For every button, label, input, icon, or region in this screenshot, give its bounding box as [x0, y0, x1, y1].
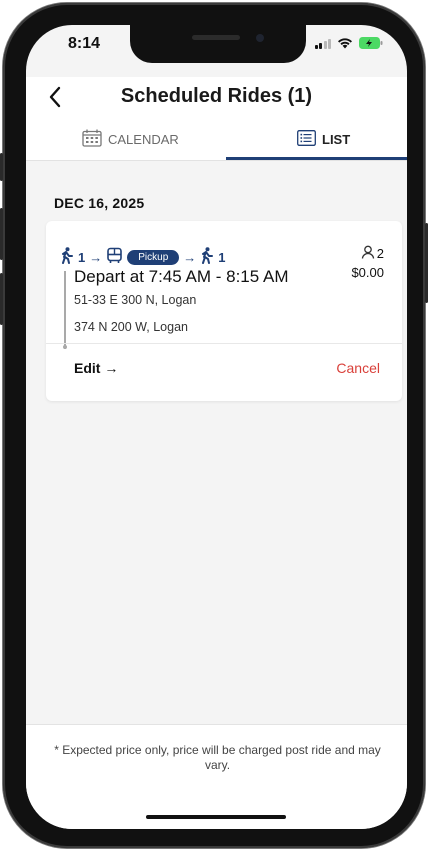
view-tabs: CALENDAR LIST	[26, 117, 407, 161]
ride-price: $0.00	[351, 265, 384, 280]
passenger-count-value: 2	[376, 246, 384, 261]
route-arrow-icon: →	[89, 249, 103, 265]
person-icon	[361, 245, 375, 262]
walk-before-count: 1	[78, 249, 86, 265]
front-camera	[256, 34, 264, 42]
bus-icon	[106, 247, 123, 267]
page-title: Scheduled Rides (1)	[120, 85, 313, 107]
speaker	[192, 35, 240, 40]
mode-pill: Pickup	[127, 249, 180, 265]
status-icons	[314, 37, 384, 49]
cancel-ride-button[interactable]: Cancel	[336, 360, 380, 376]
app-screen: 8:14 Scheduled Rides (1) CALENDAR LIST D…	[26, 25, 407, 829]
mute-switch	[0, 153, 3, 181]
route-summary: 1 → Pickup → 1	[60, 247, 225, 267]
passenger-count: 2	[361, 245, 384, 262]
signal-icon	[314, 38, 331, 49]
tab-calendar-label: CALENDAR	[108, 131, 179, 147]
tab-calendar[interactable]: CALENDAR	[82, 117, 179, 161]
depart-window: Depart at 7:45 AM - 8:15 AM	[74, 267, 289, 286]
walk-after-count: 1	[218, 249, 226, 265]
pickup-address: 51-33 E 300 N, Logan	[74, 293, 197, 307]
list-icon	[297, 129, 316, 149]
tabs-divider	[26, 160, 407, 161]
walking-icon	[200, 247, 214, 267]
tab-list[interactable]: LIST	[297, 117, 350, 161]
ride-card[interactable]: 1 → Pickup → 1 2 $0.00 Depart at 7:45 AM…	[46, 221, 402, 401]
wifi-icon	[337, 37, 353, 49]
volume-up-button	[0, 208, 3, 260]
nav-header: Scheduled Rides (1)	[26, 77, 407, 117]
ride-date-heading: DEC 16, 2025	[54, 195, 145, 211]
card-divider	[46, 343, 402, 344]
price-disclaimer: * Expected price only, price will be cha…	[54, 743, 381, 772]
route-timeline-end	[63, 345, 67, 349]
walking-icon	[60, 247, 74, 267]
edit-ride-button[interactable]: Edit →	[74, 360, 118, 376]
phone-frame: 8:14 Scheduled Rides (1) CALENDAR LIST D…	[0, 3, 428, 848]
calendar-icon	[82, 129, 102, 150]
battery-charging-icon	[359, 37, 383, 49]
route-timeline	[64, 271, 66, 349]
volume-down-button	[0, 273, 3, 325]
status-time: 8:14	[68, 35, 101, 52]
route-arrow-icon: →	[183, 249, 197, 265]
price-disclaimer-footer: * Expected price only, price will be cha…	[26, 724, 407, 829]
home-indicator[interactable]	[146, 815, 286, 819]
dropoff-address: 374 N 200 W, Logan	[74, 320, 188, 334]
notch	[130, 25, 306, 63]
tab-list-label: LIST	[322, 131, 351, 147]
